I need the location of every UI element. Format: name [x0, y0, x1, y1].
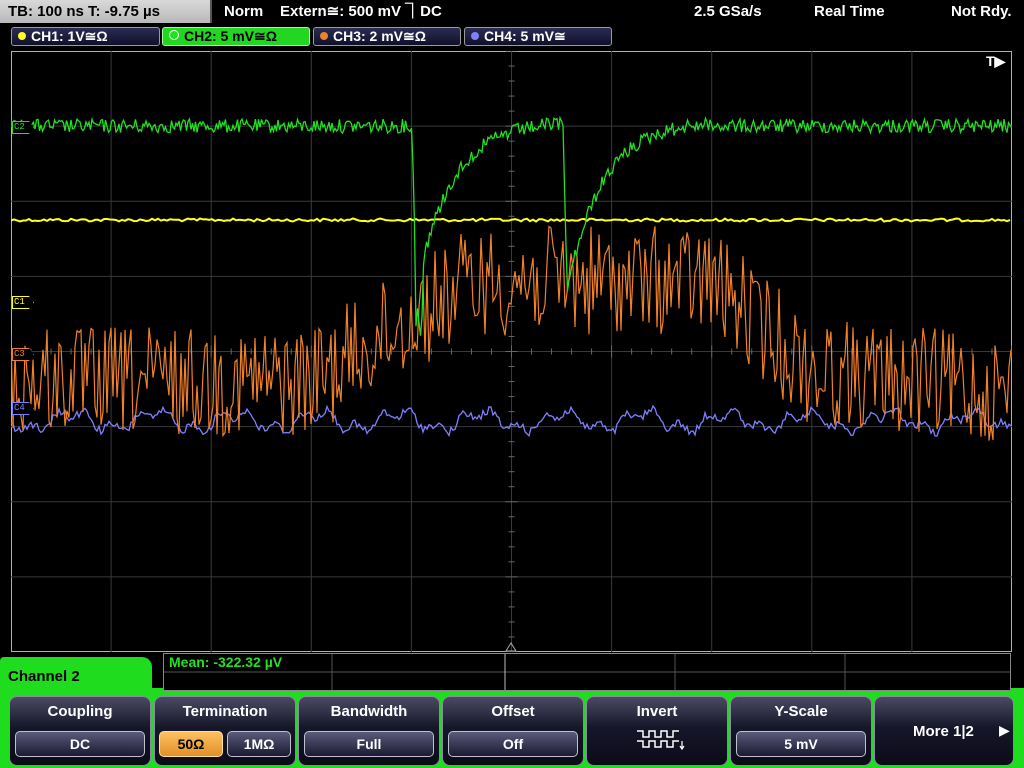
offset-title: Offset — [491, 703, 535, 720]
tab-ch3[interactable]: CH3: 2 mV≅Ω — [313, 27, 461, 46]
trigger-position-marker: T▶ — [986, 53, 1007, 69]
acquisition-mode: Real Time — [814, 3, 885, 20]
offset-value-button[interactable]: Off — [448, 731, 578, 757]
trigger-mode[interactable]: Norm — [224, 0, 263, 24]
more-softkey[interactable]: More 1|2 ▶ — [874, 696, 1014, 766]
bandwidth-value-button[interactable]: Full — [304, 731, 434, 757]
sample-rate: 2.5 GSa/s — [694, 3, 762, 20]
coupling-softkey[interactable]: Coupling DC — [9, 696, 151, 766]
yscale-softkey[interactable]: Y-Scale 5 mV — [730, 696, 872, 766]
ch1-label: CH1: 1V≅Ω — [31, 28, 108, 44]
ch4-label: CH4: 5 mV≅ — [484, 28, 566, 44]
termination-50ohm-button[interactable]: 50Ω — [159, 731, 223, 757]
ch1-color-dot — [18, 32, 26, 40]
ch3-color-dot — [320, 32, 328, 40]
more-label: More 1|2 — [913, 723, 974, 740]
ch3-label: CH3: 2 mV≅Ω — [333, 28, 426, 44]
timebase-readout[interactable]: TB: 100 ns T: -9.75 µs — [0, 0, 212, 23]
tab-ch2[interactable]: CH2: 5 mV≅Ω — [162, 27, 310, 46]
invert-softkey[interactable]: Invert — [586, 696, 728, 766]
mean-measurement: Mean: -322.32 µV — [169, 654, 283, 670]
termination-title: Termination — [182, 703, 268, 720]
channel-menu-title[interactable]: Channel 2 — [0, 657, 152, 697]
invert-title: Invert — [636, 703, 678, 720]
yscale-title: Y-Scale — [774, 703, 828, 720]
next-page-arrow-icon: ▶ — [999, 722, 1010, 738]
bandwidth-softkey[interactable]: Bandwidth Full — [298, 696, 440, 766]
tab-ch4[interactable]: CH4: 5 mV≅ — [464, 27, 612, 46]
coupling-title: Coupling — [47, 703, 113, 720]
ch2-label: CH2: 5 mV≅Ω — [184, 28, 277, 44]
invert-waveform-icon — [637, 730, 685, 751]
yscale-value-button[interactable]: 5 mV — [736, 731, 866, 757]
trigger-source[interactable]: Extern≅: 500 mV ⏋DC — [280, 0, 442, 24]
ch4-color-dot — [471, 32, 479, 40]
bandwidth-title: Bandwidth — [330, 703, 408, 720]
ch2-color-dot — [169, 30, 179, 40]
run-status: Not Rdy. — [951, 3, 1012, 20]
measurement-panel — [163, 653, 1011, 691]
waveform-display[interactable]: T▶ — [11, 51, 1012, 652]
offset-softkey[interactable]: Offset Off — [442, 696, 584, 766]
termination-softkey[interactable]: Termination 50Ω 1MΩ — [154, 696, 296, 766]
termination-1mohm-button[interactable]: 1MΩ — [227, 731, 291, 757]
tab-ch1[interactable]: CH1: 1V≅Ω — [11, 27, 160, 46]
coupling-value-button[interactable]: DC — [15, 731, 145, 757]
